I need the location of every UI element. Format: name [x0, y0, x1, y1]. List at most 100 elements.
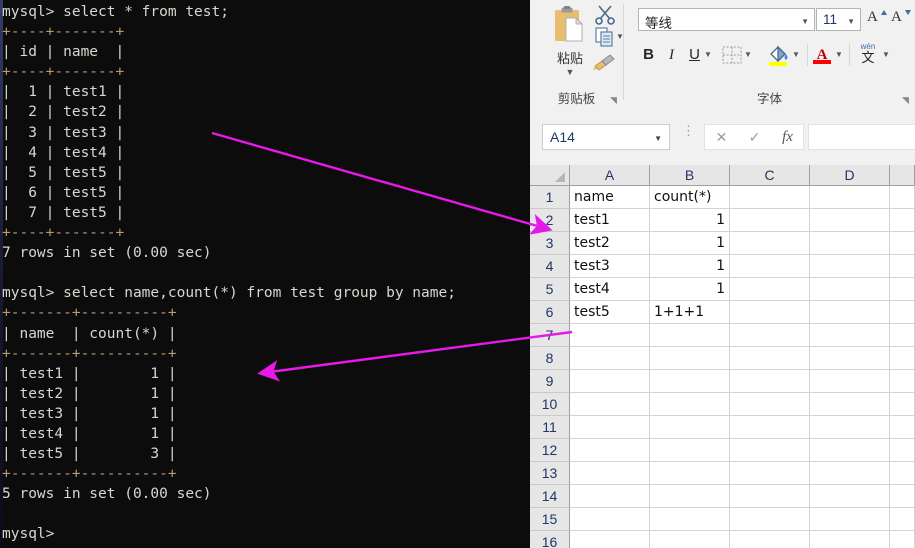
cell-D12[interactable]	[810, 439, 890, 462]
cell-E14[interactable]	[890, 485, 915, 508]
row-header-3[interactable]: 3	[530, 232, 570, 255]
cell-E3[interactable]	[890, 232, 915, 255]
cell-E9[interactable]	[890, 370, 915, 393]
cell-C8[interactable]	[730, 347, 810, 370]
cell-A1[interactable]: name	[570, 186, 650, 209]
row-header-8[interactable]: 8	[530, 347, 570, 370]
cell-B2[interactable]: 1	[650, 209, 730, 232]
cell-C7[interactable]	[730, 324, 810, 347]
cell-B6[interactable]: 1+1+1	[650, 301, 730, 324]
cell-E10[interactable]	[890, 393, 915, 416]
cell-A6[interactable]: test5	[570, 301, 650, 324]
cancel-icon[interactable]: ✕	[705, 125, 738, 149]
cell-B7[interactable]	[650, 324, 730, 347]
cell-B12[interactable]	[650, 439, 730, 462]
row-header-4[interactable]: 4	[530, 255, 570, 278]
row-header-13[interactable]: 13	[530, 462, 570, 485]
cut-scissors-icon[interactable]	[594, 3, 616, 25]
fill-color-icon[interactable]	[766, 44, 790, 66]
cell-A5[interactable]: test4	[570, 278, 650, 301]
insert-function-icon[interactable]: fx	[771, 125, 804, 149]
paste-dropdown-caret-icon[interactable]: ▼	[544, 68, 596, 77]
cell-E12[interactable]	[890, 439, 915, 462]
cell-D2[interactable]	[810, 209, 890, 232]
borders-icon[interactable]	[721, 45, 743, 65]
name-box[interactable]: A14 ▼	[542, 124, 670, 150]
underline-caret-icon[interactable]: ▼	[704, 50, 712, 59]
increase-font-size-button[interactable]: A	[867, 8, 889, 30]
cell-B5[interactable]: 1	[650, 278, 730, 301]
cell-C11[interactable]	[730, 416, 810, 439]
font-name-combobox[interactable]: 等线 ▼	[638, 8, 815, 32]
cell-E13[interactable]	[890, 462, 915, 485]
cell-C12[interactable]	[730, 439, 810, 462]
font-name-caret-icon[interactable]: ▼	[801, 17, 809, 26]
enter-icon[interactable]: ✓	[738, 125, 771, 149]
cell-A3[interactable]: test2	[570, 232, 650, 255]
cell-E11[interactable]	[890, 416, 915, 439]
cell-E6[interactable]	[890, 301, 915, 324]
row-header-5[interactable]: 5	[530, 278, 570, 301]
cell-C6[interactable]	[730, 301, 810, 324]
cell-B13[interactable]	[650, 462, 730, 485]
cell-A11[interactable]	[570, 416, 650, 439]
row-header-1[interactable]: 1	[530, 186, 570, 209]
column-header-b[interactable]: B	[650, 165, 730, 186]
cell-D4[interactable]	[810, 255, 890, 278]
cell-A16[interactable]	[570, 531, 650, 548]
row-header-2[interactable]: 2	[530, 209, 570, 232]
row-header-14[interactable]: 14	[530, 485, 570, 508]
cell-A15[interactable]	[570, 508, 650, 531]
cell-D16[interactable]	[810, 531, 890, 548]
cell-A4[interactable]: test3	[570, 255, 650, 278]
cell-D13[interactable]	[810, 462, 890, 485]
font-color-caret-icon[interactable]: ▼	[835, 50, 843, 59]
italic-button[interactable]: I	[661, 43, 682, 67]
cell-D11[interactable]	[810, 416, 890, 439]
phonetic-caret-icon[interactable]: ▼	[882, 50, 890, 59]
name-box-caret-icon[interactable]: ▼	[654, 134, 662, 143]
cell-A10[interactable]	[570, 393, 650, 416]
cell-C14[interactable]	[730, 485, 810, 508]
format-painter-icon[interactable]	[592, 50, 618, 72]
spreadsheet-grid[interactable]: A B C D 1 name count(*) 2 test1 1 3 test2 1 4 test3 1 5 t…	[530, 165, 915, 548]
font-dialog-launcher-icon[interactable]: ◥	[902, 95, 912, 105]
cell-E8[interactable]	[890, 347, 915, 370]
cell-C5[interactable]	[730, 278, 810, 301]
cell-E4[interactable]	[890, 255, 915, 278]
row-header-7[interactable]: 7	[530, 324, 570, 347]
cell-E1[interactable]	[890, 186, 915, 209]
cell-C3[interactable]	[730, 232, 810, 255]
row-header-15[interactable]: 15	[530, 508, 570, 531]
cell-C16[interactable]	[730, 531, 810, 548]
cell-D9[interactable]	[810, 370, 890, 393]
cell-A12[interactable]	[570, 439, 650, 462]
excel-window[interactable]: 粘贴 ▼ ▼ 剪贴板 ◥ 等线 ▼ 11 ▼ A A B I U ▼ ▼ ▼ A…	[530, 0, 915, 548]
cell-E16[interactable]	[890, 531, 915, 548]
cell-D1[interactable]	[810, 186, 890, 209]
cell-B8[interactable]	[650, 347, 730, 370]
font-color-icon[interactable]: A	[811, 44, 833, 66]
column-header-d[interactable]: D	[810, 165, 890, 186]
cell-D15[interactable]	[810, 508, 890, 531]
cell-B10[interactable]	[650, 393, 730, 416]
decrease-font-size-button[interactable]: A	[891, 8, 913, 30]
cell-C1[interactable]	[730, 186, 810, 209]
column-header-c[interactable]: C	[730, 165, 810, 186]
cell-B3[interactable]: 1	[650, 232, 730, 255]
cell-B11[interactable]	[650, 416, 730, 439]
mysql-terminal-window[interactable]: mysql> select * from test; +----+-------+…	[0, 0, 530, 548]
cell-B9[interactable]	[650, 370, 730, 393]
cell-D14[interactable]	[810, 485, 890, 508]
clipboard-dialog-launcher-icon[interactable]: ◥	[610, 95, 620, 105]
cell-B15[interactable]	[650, 508, 730, 531]
underline-button[interactable]: U	[684, 43, 705, 67]
cell-C4[interactable]	[730, 255, 810, 278]
row-header-16[interactable]: 16	[530, 531, 570, 548]
cell-D10[interactable]	[810, 393, 890, 416]
cell-C15[interactable]	[730, 508, 810, 531]
fill-color-caret-icon[interactable]: ▼	[792, 50, 800, 59]
cell-A9[interactable]	[570, 370, 650, 393]
cell-B14[interactable]	[650, 485, 730, 508]
cell-D3[interactable]	[810, 232, 890, 255]
